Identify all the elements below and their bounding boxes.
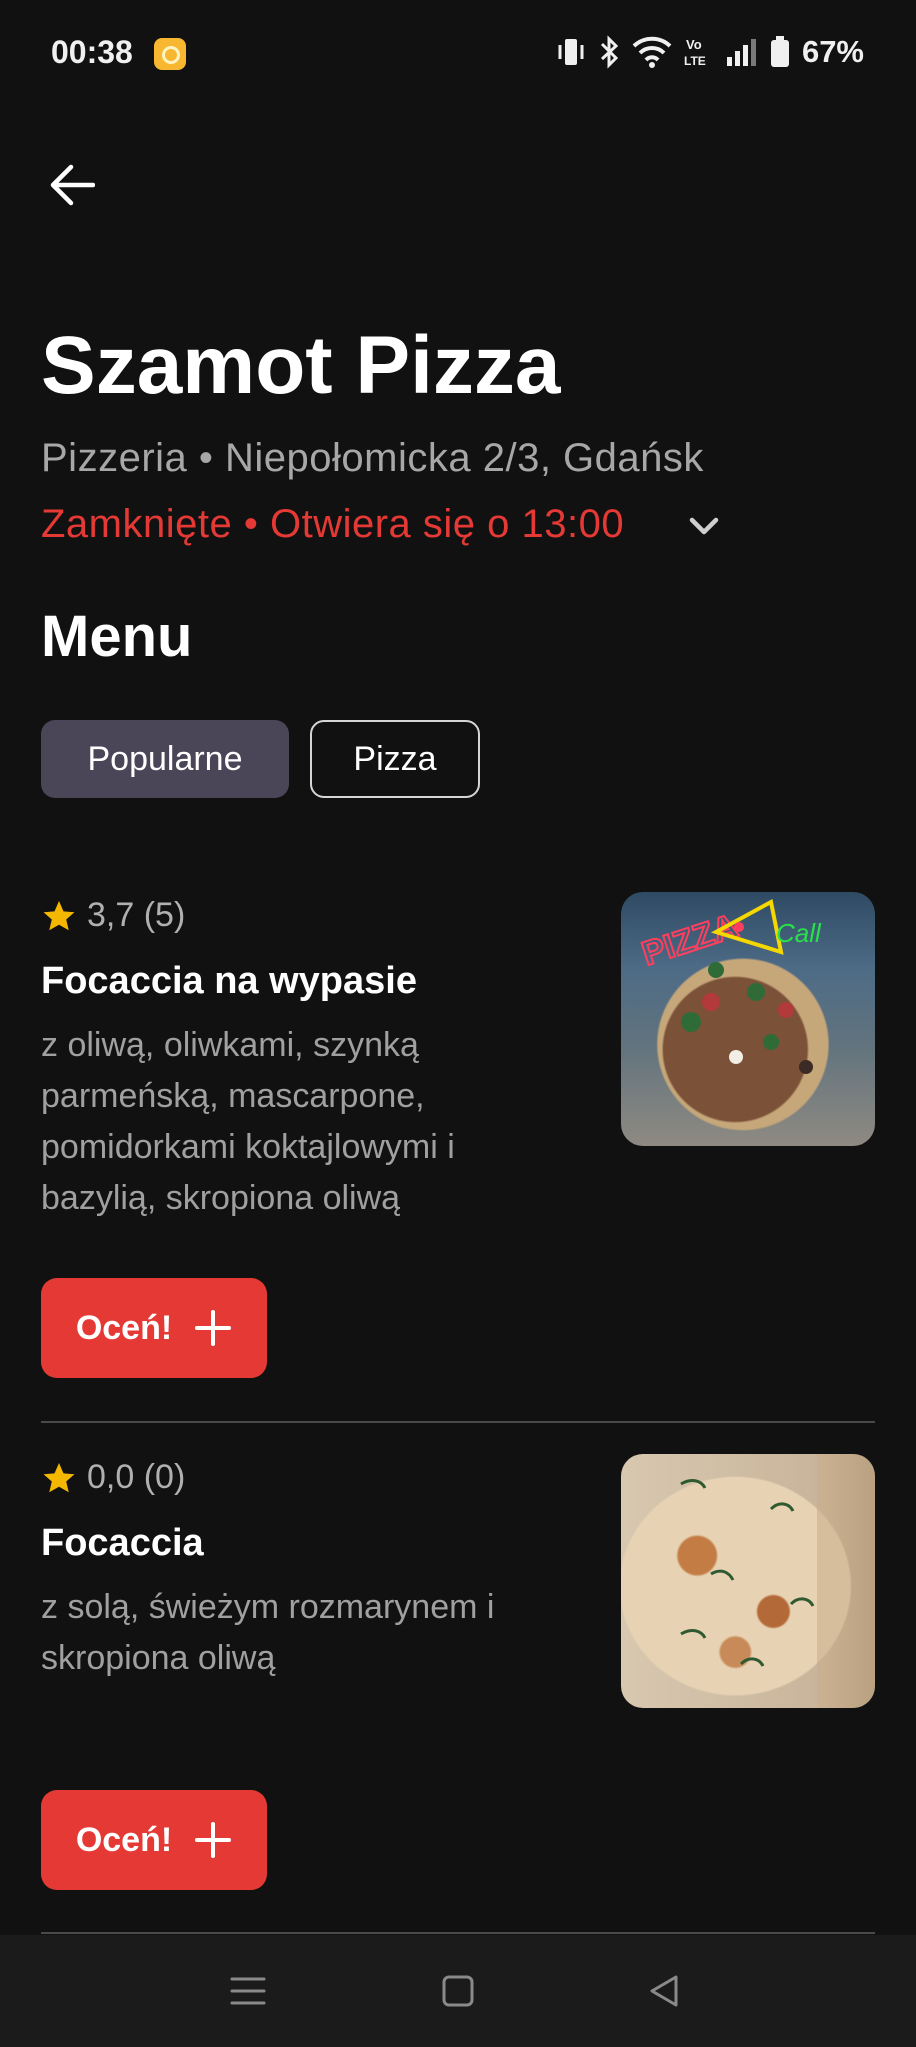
item-photo[interactable] [621,1454,875,1708]
item-name: Focaccia na wypasie [41,960,417,1002]
status-time: 00:38 [51,34,133,70]
rate-button[interactable]: Oceń! [41,1790,267,1890]
chevron-down-icon[interactable] [686,512,722,540]
item-divider [41,1932,875,1934]
back-nav-icon[interactable] [638,1965,690,2017]
chip-pizza[interactable]: Pizza [310,720,480,798]
arrow-left-icon [50,164,95,206]
signal-icon [726,37,758,67]
menu-item[interactable]: 0,0 (0) Focaccia z solą, świeżym rozmary… [41,1452,875,1892]
battery-icon [770,36,790,68]
status-bar: 00:38 Vo LTE 67% [0,0,916,110]
plus-icon [195,1822,232,1858]
menu-item[interactable]: 3,7 (5) Focaccia na wypasie z oliwą, oli… [41,890,875,1380]
back-button[interactable] [40,155,104,215]
svg-text:PIZZA: PIZZA [637,907,742,973]
rate-button[interactable]: Oceń! [41,1278,267,1378]
restaurant-subtitle: Pizzeria • Niepołomicka 2/3, Gdańsk [41,436,704,480]
bluetooth-icon [598,35,620,69]
opening-status[interactable]: Zamknięte • Otwiera się o 13:00 [41,502,624,547]
restaurant-title: Szamot Pizza [41,320,561,411]
home-nav-icon[interactable] [432,1965,484,2017]
battery-percent: 67% [801,34,864,69]
item-rating-value: 3,7 (5) [87,896,186,934]
svg-text:Call: Call [776,918,822,948]
chip-popularne[interactable]: Popularne [41,720,289,798]
system-nav-bar [0,1935,916,2047]
svg-text:Vo: Vo [686,37,702,52]
item-rating-value: 0,0 (0) [87,1458,186,1496]
volte-icon: Vo LTE [684,35,714,69]
svg-text:LTE: LTE [684,54,706,68]
vibrate-icon [556,35,586,69]
item-divider [41,1421,875,1423]
rate-button-label: Oceń! [75,1820,173,1859]
item-photo[interactable]: PIZZA Call [621,892,875,1146]
star-icon [43,900,75,930]
item-rating: 0,0 (0) [41,1458,185,1497]
rate-button-label: Oceń! [75,1308,173,1347]
item-description: z oliwą, oliwkami, szynką parmeńską, mas… [41,1026,455,1217]
star-icon [43,1462,75,1492]
menu-nav-icon[interactable] [222,1965,274,2017]
item-description: z solą, świeżym rozmarynem i skropiona o… [41,1588,495,1677]
wifi-icon [632,36,672,68]
menu-heading: Menu [41,604,193,669]
status-icons: Vo LTE 67% [556,34,864,70]
plus-icon [195,1310,232,1346]
item-name: Focaccia [41,1522,204,1564]
notification-app-icon [154,38,186,70]
item-rating: 3,7 (5) [41,896,185,935]
